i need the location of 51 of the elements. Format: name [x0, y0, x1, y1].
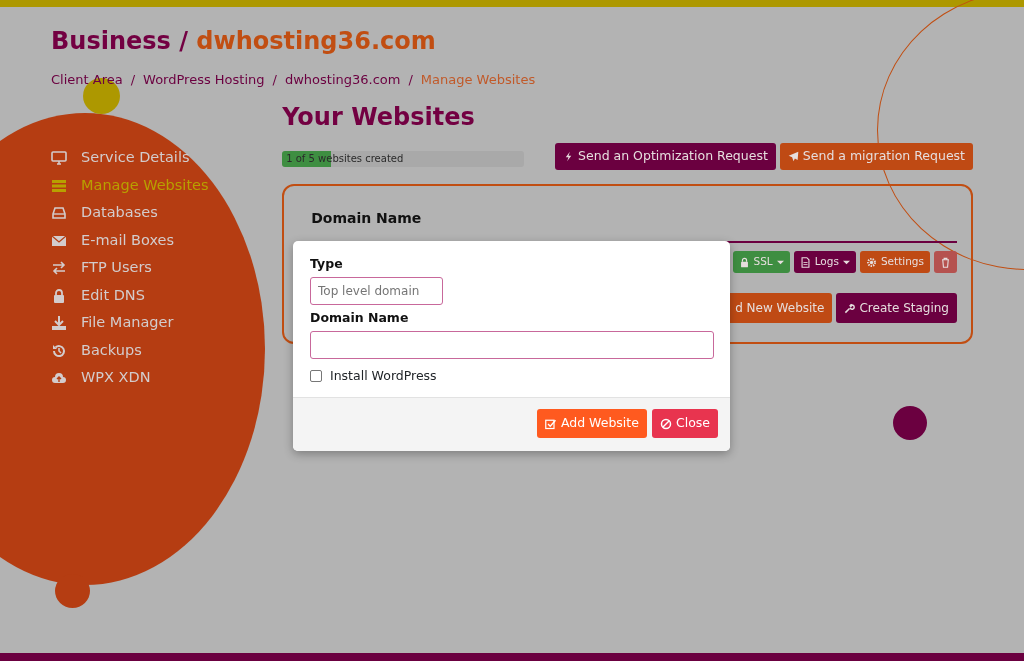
settings-icon: [865, 256, 877, 268]
breadcrumb-link[interactable]: WordPress Hosting: [143, 69, 265, 90]
file-icon: [799, 256, 811, 268]
download-icon: [51, 315, 67, 332]
request-button[interactable]: Send an Optimization Request: [555, 143, 776, 171]
history-icon: [51, 342, 67, 359]
breadcrumb-separator: /: [408, 70, 413, 89]
delete-button[interactable]: [934, 251, 957, 274]
arrows-icon: [51, 260, 67, 277]
breadcrumb-separator: /: [272, 70, 277, 89]
breadcrumb-link[interactable]: dwhosting36.com: [284, 69, 401, 90]
field-label: Domain Name: [310, 308, 410, 327]
sidebar-item[interactable]: E-mail Boxes: [51, 226, 283, 255]
dot-decoration: [893, 406, 927, 440]
drive-icon: [51, 205, 67, 222]
sidebar-item[interactable]: Databases: [51, 199, 283, 227]
paper-plane-icon: [787, 151, 799, 163]
server-icon: [51, 177, 67, 194]
checkbox[interactable]: [310, 369, 322, 382]
caret-icon: [842, 258, 850, 266]
checkbox-icon: [544, 417, 557, 430]
field-label: Type: [310, 255, 344, 273]
request-button[interactable]: Send a migration Request: [779, 143, 973, 171]
dropdown-button[interactable]: SSL: [732, 251, 790, 274]
dropdown-button[interactable]: Logs: [793, 251, 856, 274]
lock-icon: [738, 256, 750, 268]
dialog-button[interactable]: Close: [651, 409, 718, 438]
section-title: Your Websites: [282, 102, 476, 134]
domain-name-field[interactable]: [310, 330, 714, 359]
ban-icon: [659, 417, 672, 430]
type-field[interactable]: Top level domain: [310, 276, 443, 305]
checkbox-label: Install WordPress: [330, 366, 437, 385]
breadcrumb-separator: /: [130, 70, 136, 89]
trash-icon: [940, 256, 951, 268]
sidebar-item[interactable]: WPX XDN: [51, 364, 283, 392]
caret-icon: [776, 258, 784, 266]
sidebar-item[interactable]: Edit DNS: [51, 281, 283, 310]
sidebar-item[interactable]: Service Details: [51, 144, 283, 172]
action-button[interactable]: d New Website: [727, 293, 833, 324]
action-button[interactable]: Settings: [859, 251, 930, 274]
monitor-icon: [51, 150, 67, 167]
wrench-icon: [844, 302, 856, 314]
action-button[interactable]: Create Staging: [836, 293, 957, 324]
dialog-button[interactable]: Add Website: [536, 409, 647, 438]
breadcrumb-current: Manage Websites: [420, 70, 536, 89]
sidebar-item[interactable]: Manage Websites: [51, 171, 283, 200]
sidebar-item[interactable]: Backups: [51, 336, 283, 365]
page-title: Business / dwhosting36.com: [51, 27, 437, 56]
lock-icon: [51, 287, 67, 304]
sidebar-item[interactable]: File Manager: [51, 309, 283, 337]
sidebar-item[interactable]: FTP Users: [51, 254, 283, 282]
